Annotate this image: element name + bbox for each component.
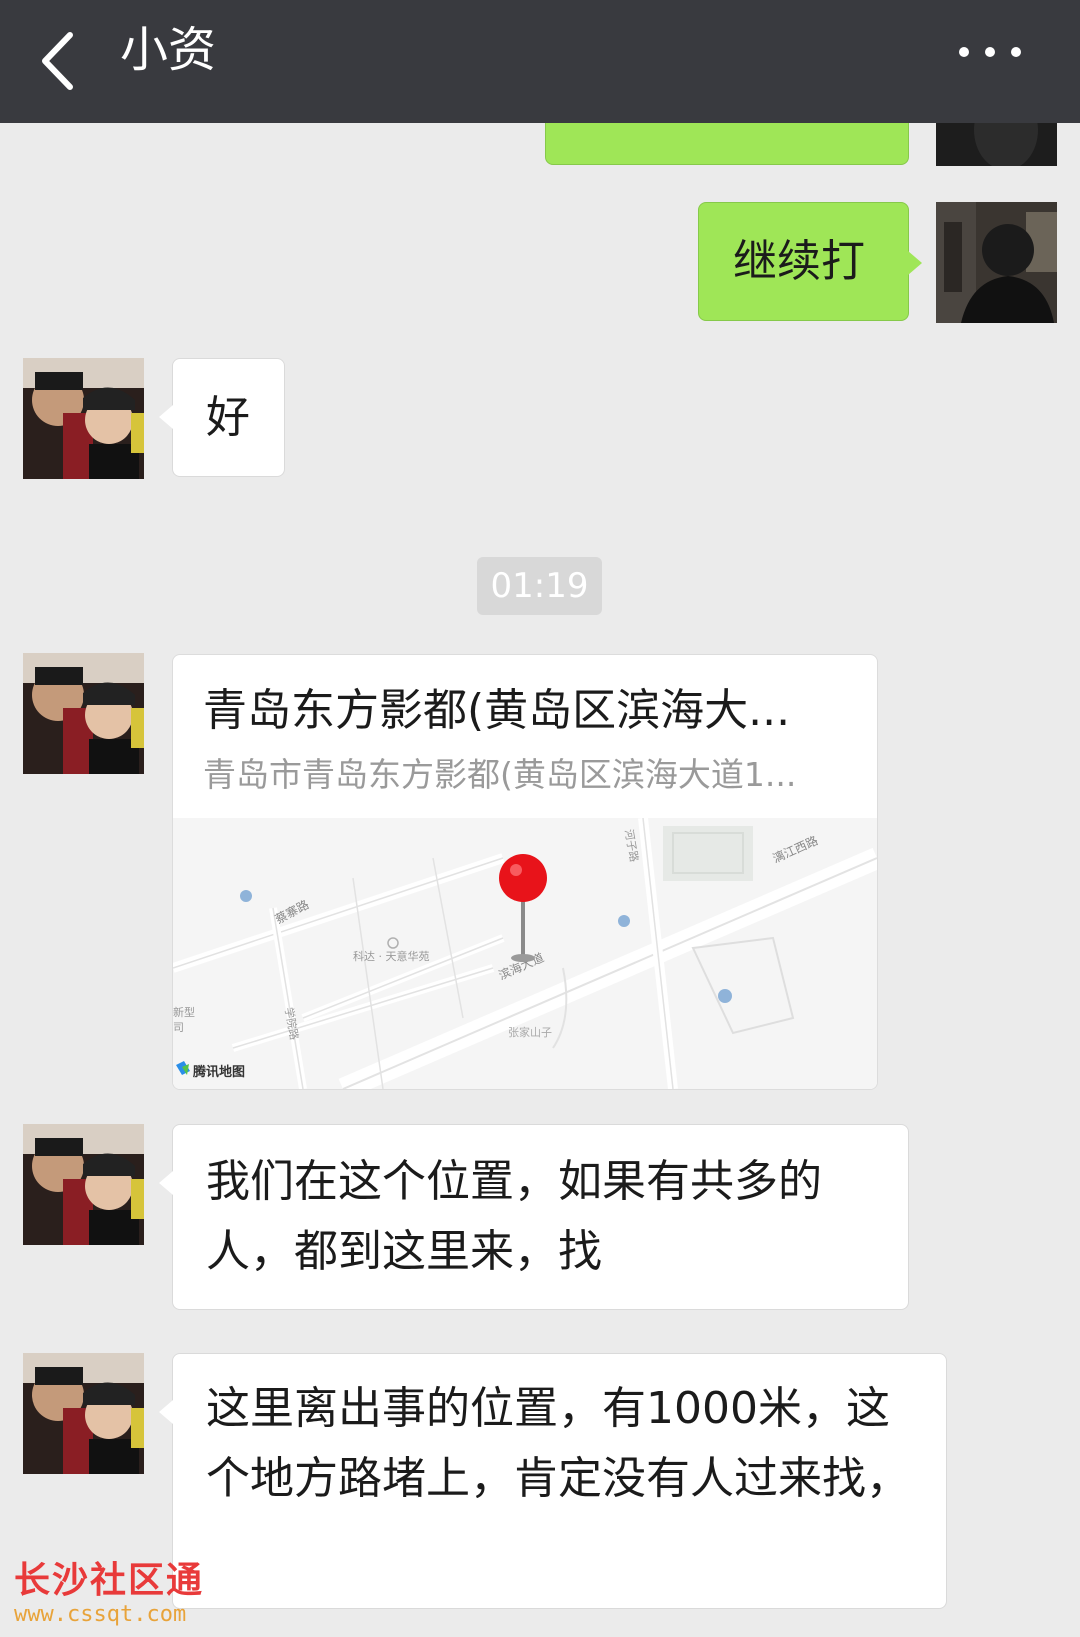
chat-title: 小资 — [120, 22, 217, 78]
map-brand: 腾讯地图 — [192, 1064, 245, 1080]
location-map[interactable]: 蔡寨路 滨海大道 漓江西路 科达 · 天意华苑 学院路 张家山子 河子路 新型 … — [173, 818, 877, 1089]
received-bubble[interactable]: 好 — [159, 358, 285, 477]
message-text: 继续打 — [733, 236, 865, 287]
location-name: 青岛东方影都(黄岛区滨海大... — [203, 685, 791, 736]
map-label: 张家山子 — [508, 1025, 552, 1039]
avatar-contact[interactable] — [23, 1353, 144, 1474]
avatar-contact-image — [23, 1353, 144, 1474]
more-dots-icon — [959, 47, 1021, 57]
message-text: 这里离出事的位置，有1000米，这个地方路堵上，肯定没有人过来找， — [206, 1383, 910, 1504]
title-bar: 小资 — [0, 0, 1080, 123]
message-text: 我们在这个位置，如果有共多的人，都到这里来，找 — [206, 1156, 822, 1277]
watermark-url: www.cssqt.com — [14, 1602, 187, 1627]
location-card[interactable]: 青岛东方影都(黄岛区滨海大... 青岛市青岛东方影都(黄岛区滨海大道1... 蔡… — [172, 654, 878, 1090]
avatar-contact[interactable] — [23, 358, 144, 479]
avatar-contact[interactable] — [23, 1124, 144, 1245]
timestamp: 01:19 — [477, 557, 602, 615]
avatar-contact-image — [23, 358, 144, 479]
map-label: 新型 — [173, 1005, 195, 1019]
back-button[interactable] — [36, 18, 116, 104]
map-label: 司 — [173, 1021, 184, 1034]
avatar-self-image — [936, 202, 1057, 323]
avatar-contact[interactable] — [23, 653, 144, 774]
map-image: 蔡寨路 滨海大道 漓江西路 科达 · 天意华苑 学院路 张家山子 河子路 新型 … — [173, 818, 877, 1089]
watermark: 长沙社区通 www.cssqt.com — [14, 1560, 204, 1628]
message-text: 好 — [206, 392, 250, 443]
chevron-left-icon — [42, 32, 73, 90]
watermark-name: 长沙社区通 — [14, 1560, 205, 1601]
received-bubble[interactable]: 我们在这个位置，如果有共多的人，都到这里来，找 — [159, 1124, 909, 1310]
map-label: 科达 · 天意华苑 — [353, 949, 430, 963]
more-button[interactable] — [950, 30, 1030, 80]
sent-bubble[interactable]: 继续打 — [698, 202, 922, 321]
avatar-contact-image — [23, 1124, 144, 1245]
location-address: 青岛市青岛东方影都(黄岛区滨海大道1... — [203, 755, 797, 794]
avatar-self[interactable] — [936, 202, 1057, 323]
avatar-contact-image — [23, 653, 144, 774]
received-bubble[interactable]: 这里离出事的位置，有1000米，这个地方路堵上，肯定没有人过来找， — [159, 1353, 947, 1609]
